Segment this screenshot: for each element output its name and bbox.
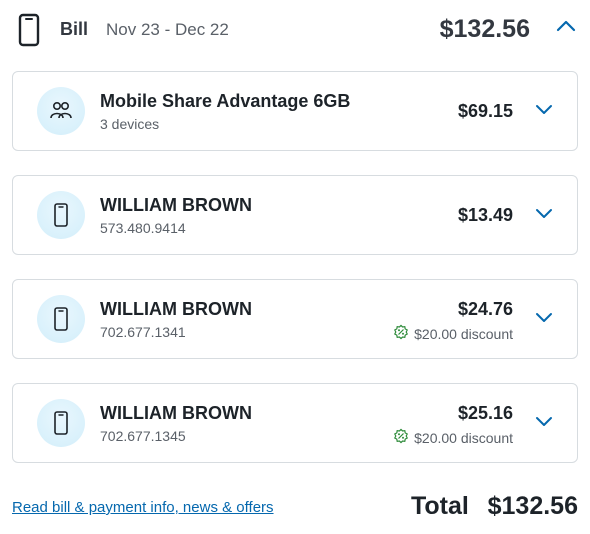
bill-total: $132.56 xyxy=(439,15,530,43)
bill-info-link[interactable]: Read bill & payment info, news & offers xyxy=(12,499,274,516)
bill-header: Bill Nov 23 - Dec 22 $132.56 xyxy=(0,0,590,60)
line-price: $13.49 xyxy=(457,205,513,225)
plan-card[interactable]: Mobile Share Advantage 6GB 3 devices $69… xyxy=(12,71,578,151)
discount-icon xyxy=(393,428,409,447)
line-price: $69.15 xyxy=(457,101,513,121)
discount-info: $20.00 discount xyxy=(393,428,513,447)
line-card[interactable]: WILLIAM BROWN 702.677.1341 $24.76 $20.00… xyxy=(12,279,578,359)
chevron-down-icon[interactable] xyxy=(535,206,553,224)
phone-icon xyxy=(18,13,40,52)
phone-icon xyxy=(37,191,85,239)
total-amount: $132.56 xyxy=(487,492,578,520)
line-phone-number: 702.677.1345 xyxy=(100,428,186,444)
line-owner-name: WILLIAM BROWN xyxy=(100,299,252,319)
discount-info: $20.00 discount xyxy=(393,324,513,343)
line-card[interactable]: WILLIAM BROWN 702.677.1345 $25.16 $20.00… xyxy=(12,383,578,463)
chevron-down-icon[interactable] xyxy=(535,414,553,432)
line-owner-name: WILLIAM BROWN xyxy=(100,195,252,215)
discount-amount: $20.00 discount xyxy=(414,429,513,446)
chevron-down-icon[interactable] xyxy=(535,102,553,120)
line-owner-name: WILLIAM BROWN xyxy=(100,403,252,423)
chevron-down-icon[interactable] xyxy=(535,310,553,328)
plan-name: Mobile Share Advantage 6GB xyxy=(100,91,351,111)
phone-icon xyxy=(37,399,85,447)
line-price: $25.16 xyxy=(457,403,513,423)
line-phone-number: 573.480.9414 xyxy=(100,220,186,236)
phone-icon xyxy=(37,295,85,343)
discount-icon xyxy=(393,324,409,343)
line-price: $24.76 xyxy=(457,299,513,319)
bill-period: Nov 23 - Dec 22 xyxy=(106,20,229,39)
bill-label: Bill xyxy=(60,19,89,39)
discount-amount: $20.00 discount xyxy=(414,325,513,342)
device-count: 3 devices xyxy=(100,116,160,132)
line-phone-number: 702.677.1341 xyxy=(100,324,186,340)
total-label: Total xyxy=(411,492,469,520)
line-card[interactable]: WILLIAM BROWN 573.480.9414 $13.49 xyxy=(12,175,578,255)
chevron-up-icon[interactable] xyxy=(556,19,576,38)
group-icon xyxy=(37,87,85,135)
